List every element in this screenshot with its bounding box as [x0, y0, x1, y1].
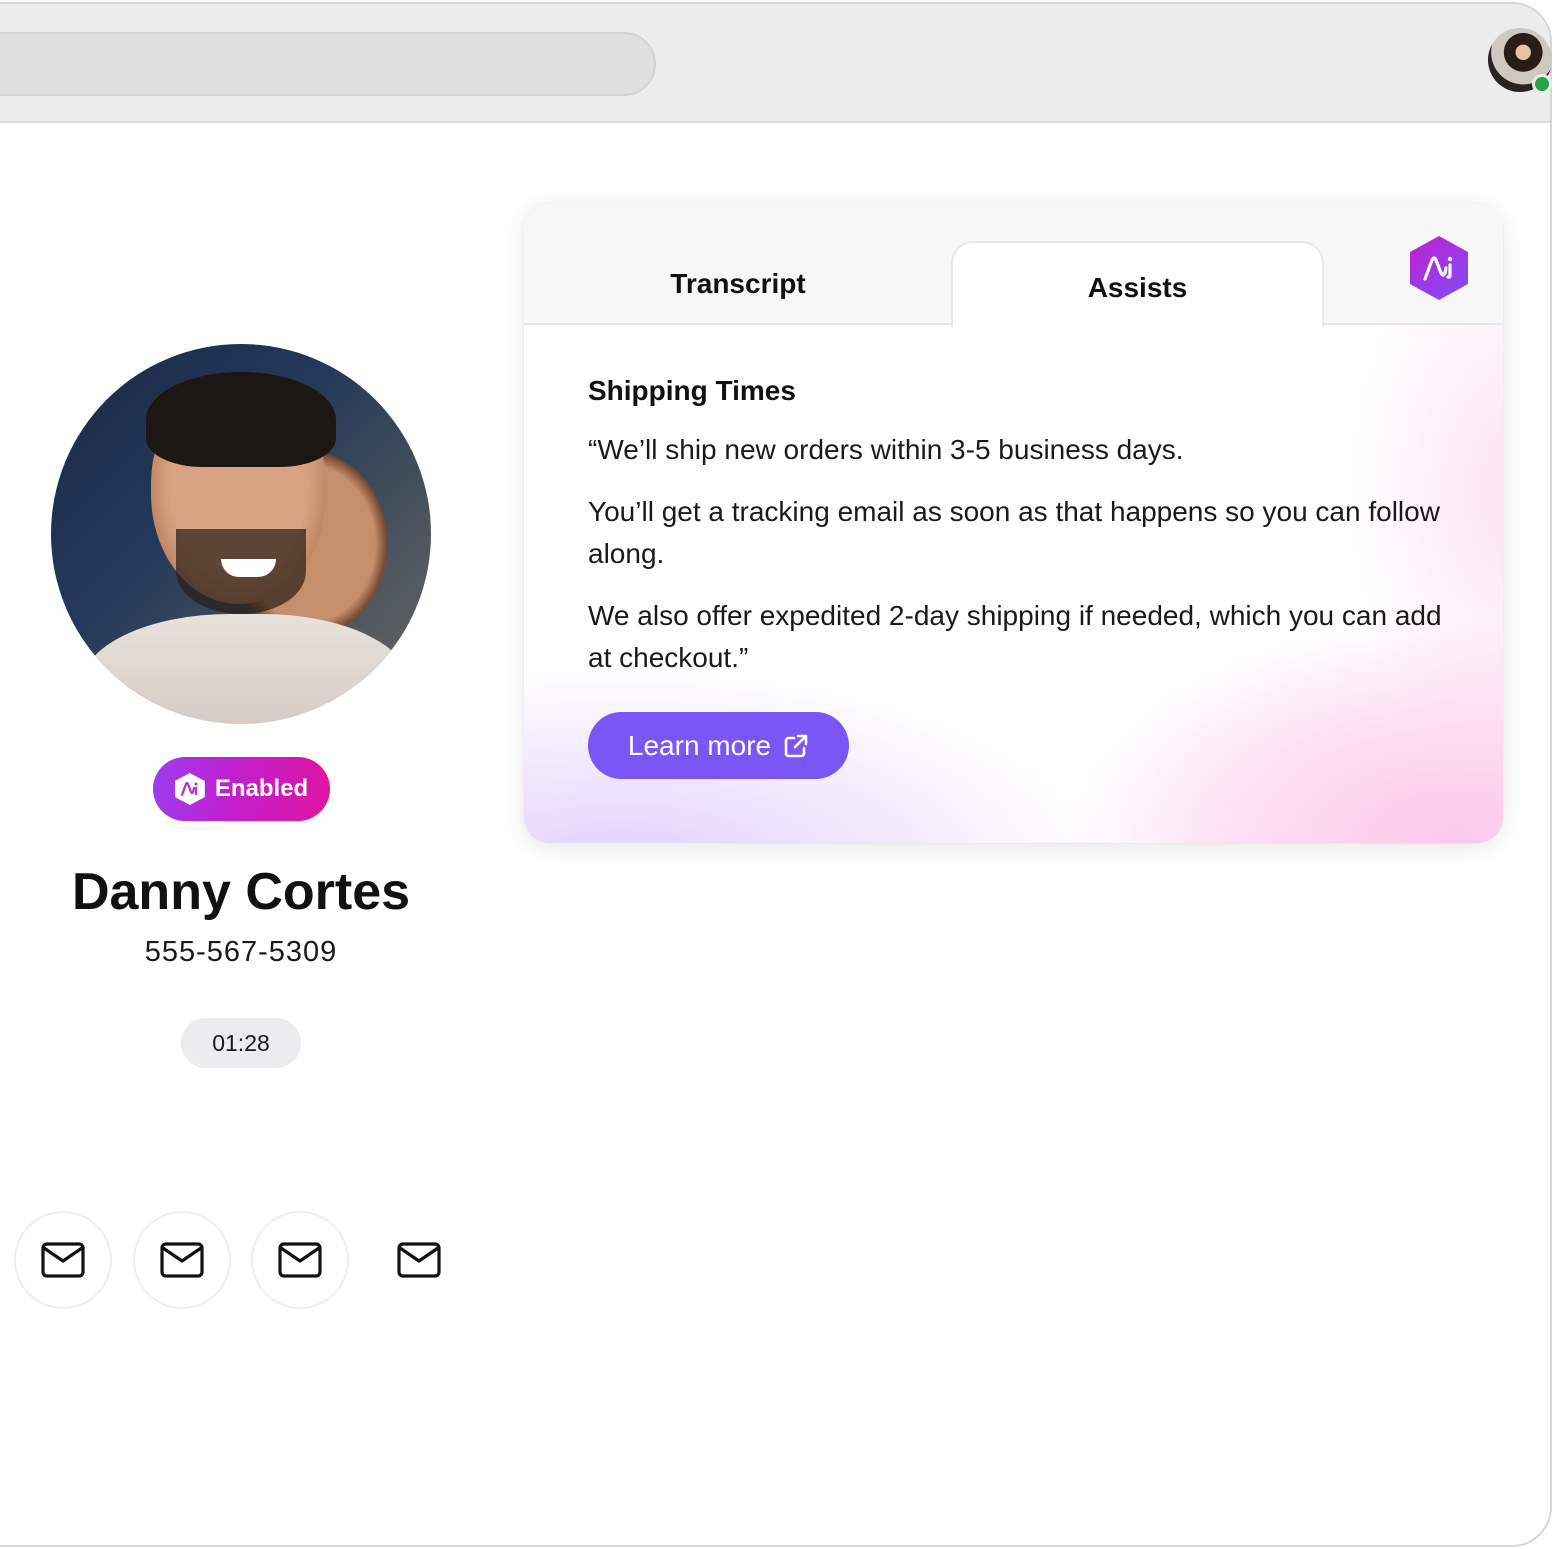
tab-transcript[interactable]: Transcript — [524, 241, 952, 327]
mail-icon — [397, 1242, 441, 1278]
external-link-icon — [784, 734, 808, 757]
photo-hair — [146, 372, 336, 467]
tab-assists[interactable]: Assists — [951, 241, 1324, 327]
mail-action-button-4[interactable] — [370, 1211, 468, 1309]
learn-more-label: Learn more — [627, 729, 772, 761]
assist-content: Shipping Times “We’ll ship new orders wi… — [588, 375, 1448, 699]
contact-name: Danny Cortes — [71, 863, 411, 921]
photo-shirt — [81, 614, 411, 724]
address-bar[interactable] — [0, 32, 656, 96]
call-timer: 01:28 — [181, 1018, 301, 1068]
ai-hex-logo-icon — [1410, 236, 1468, 300]
assist-card: Transcript Assists Shipping Times “We’ll… — [524, 203, 1503, 843]
mail-action-button-2[interactable] — [133, 1211, 231, 1309]
mail-action-button-3[interactable] — [251, 1211, 349, 1309]
learn-more-button[interactable]: Learn more — [588, 712, 849, 779]
presence-status-indicator — [1532, 74, 1552, 94]
mail-icon — [160, 1242, 204, 1278]
assist-paragraph: You’ll get a tracking email as soon as t… — [588, 496, 1440, 569]
contact-phone: 555-567-5309 — [144, 936, 338, 968]
tab-bar: Transcript Assists — [524, 203, 1503, 327]
mail-icon — [41, 1242, 85, 1278]
assist-paragraph: We also offer expedited 2-day shipping i… — [588, 600, 1442, 673]
ai-enabled-badge[interactable]: Enabled — [153, 757, 330, 821]
mail-icon — [278, 1242, 322, 1278]
top-bar — [0, 4, 1550, 123]
contact-photo — [51, 344, 431, 724]
badge-label: Enabled — [214, 775, 309, 802]
ai-hex-logo-icon — [174, 773, 205, 805]
assist-title: Shipping Times — [588, 375, 796, 406]
mail-action-button-1[interactable] — [14, 1211, 112, 1309]
assist-paragraph: “We’ll ship new orders within 3-5 busine… — [588, 434, 1184, 465]
